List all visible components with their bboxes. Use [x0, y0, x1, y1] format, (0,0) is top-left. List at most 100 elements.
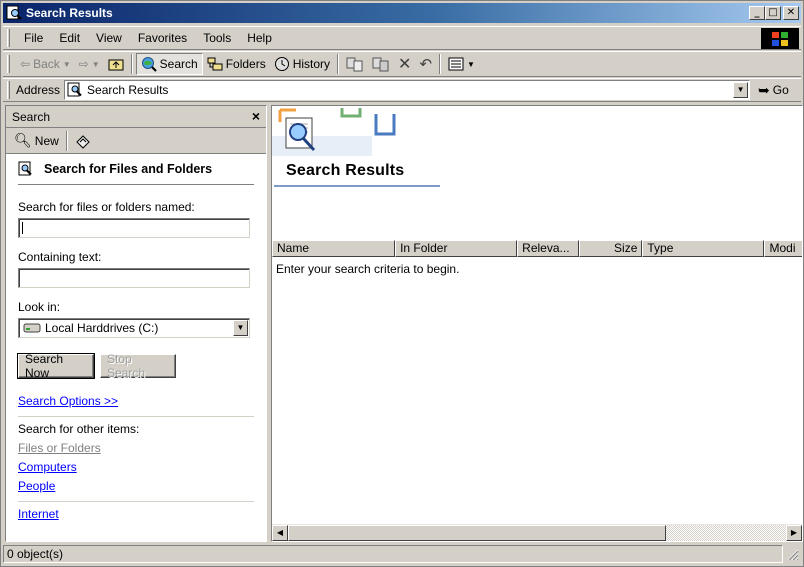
- results-title: Search Results: [286, 162, 405, 179]
- views-dropdown-icon[interactable]: ▼: [467, 60, 475, 69]
- standard-toolbar: ⇦ Back ▼ ⇨ ▼ Search Folders History ✕ ↶ …: [3, 51, 801, 77]
- undo-icon: ↶: [419, 56, 433, 73]
- results-pane: Search Results Name In Folder Releva... …: [271, 105, 803, 542]
- results-column-headers: Name In Folder Releva... Size Type Modi: [272, 240, 802, 257]
- menu-favorites[interactable]: Favorites: [130, 31, 195, 45]
- search-files-icon: [18, 161, 32, 176]
- search-label: Search: [159, 57, 198, 71]
- address-value: Search Results: [87, 83, 169, 97]
- title-bar[interactable]: Search Results _ □ ✕: [3, 3, 801, 23]
- search-assistant-button[interactable]: [71, 130, 95, 152]
- forward-dropdown-icon[interactable]: ▼: [92, 60, 100, 69]
- address-field[interactable]: Search Results ▼: [64, 80, 751, 100]
- size-grip-icon[interactable]: [785, 547, 799, 561]
- column-name[interactable]: Name: [272, 240, 396, 257]
- search-pane-toolbar: 🔍︎ New: [6, 128, 266, 154]
- menu-tools[interactable]: Tools: [195, 31, 239, 45]
- menubar-grip[interactable]: [7, 29, 10, 47]
- back-arrow-icon: ⇦: [20, 57, 31, 71]
- maximize-button[interactable]: □: [765, 6, 781, 20]
- search-globe-icon: [141, 57, 157, 72]
- folders-label: Folders: [225, 57, 266, 71]
- menu-edit[interactable]: Edit: [51, 31, 88, 45]
- search-toolbar-button[interactable]: Search: [135, 53, 203, 75]
- close-pane-icon[interactable]: ×: [252, 108, 260, 124]
- text-caret: [22, 222, 23, 234]
- delete-button[interactable]: ✕: [394, 53, 415, 75]
- undo-button[interactable]: ↶: [415, 53, 436, 75]
- history-label: History: [292, 57, 331, 71]
- history-button[interactable]: History: [270, 53, 334, 75]
- stop-search-button[interactable]: Stop Search: [100, 352, 176, 380]
- back-label: Back: [33, 57, 60, 71]
- column-type[interactable]: Type: [642, 240, 765, 257]
- scroll-thumb[interactable]: [288, 524, 666, 541]
- go-button[interactable]: ➥ Go: [758, 82, 789, 99]
- toolbar-separator: [337, 54, 340, 74]
- search-files-heading: Search for Files and Folders: [18, 156, 254, 182]
- lookin-label: Look in:: [18, 300, 61, 314]
- lookin-value: Local Harddrives (C:): [45, 321, 159, 335]
- lookin-dropdown-button[interactable]: ▼: [233, 320, 248, 336]
- views-button[interactable]: ▼: [444, 53, 479, 75]
- menu-view[interactable]: View: [88, 31, 130, 45]
- close-button[interactable]: ✕: [783, 6, 799, 20]
- search-options-link[interactable]: Search Options >>: [18, 394, 118, 408]
- menu-bar: File Edit View Favorites Tools Help: [3, 26, 801, 50]
- search-pane: Search × 🔍︎ New Search for Files and Fol…: [5, 105, 267, 542]
- named-label: Search for files or folders named:: [18, 200, 195, 214]
- addressbar-grip[interactable]: [7, 81, 10, 99]
- copy-to-button[interactable]: [368, 53, 394, 75]
- filename-input[interactable]: [18, 218, 250, 238]
- internet-link[interactable]: Internet: [18, 507, 59, 521]
- new-search-button[interactable]: 🔍︎ New: [10, 130, 63, 152]
- views-icon: [448, 57, 464, 71]
- other-items-label: Search for other items:: [18, 422, 140, 436]
- lookin-select[interactable]: Local Harddrives (C:) ▼: [18, 318, 250, 338]
- minimize-button[interactable]: _: [749, 6, 765, 20]
- containing-text-input[interactable]: [18, 268, 250, 288]
- toolbar-separator: [65, 130, 68, 151]
- up-folder-button[interactable]: [104, 53, 128, 75]
- scroll-track[interactable]: [666, 524, 786, 541]
- new-search-label: New: [34, 133, 59, 148]
- search-files-title: Search for Files and Folders: [44, 162, 213, 176]
- search-pane-header: Search ×: [6, 106, 266, 128]
- menu-help[interactable]: Help: [239, 31, 280, 45]
- empty-results-message: Enter your search criteria to begin.: [276, 262, 460, 276]
- column-in-folder[interactable]: In Folder: [395, 240, 518, 257]
- move-to-button[interactable]: [342, 53, 368, 75]
- up-folder-icon: [108, 59, 124, 71]
- scroll-right-button[interactable]: ▶: [786, 524, 802, 541]
- people-link[interactable]: People: [18, 479, 55, 493]
- address-bar: Address Search Results ▼ ➥ Go: [3, 78, 801, 102]
- folders-button[interactable]: Folders: [203, 53, 270, 75]
- divider: [18, 501, 254, 502]
- window-title: Search Results: [26, 6, 113, 20]
- go-arrow-icon: ➥: [758, 81, 770, 98]
- scroll-left-button[interactable]: ◀: [272, 524, 288, 541]
- explorer-window: Search Results _ □ ✕ File Edit View Favo…: [0, 0, 804, 567]
- history-icon: [274, 57, 289, 71]
- hard-drive-icon: [23, 323, 41, 333]
- divider: [18, 184, 254, 186]
- back-dropdown-icon[interactable]: ▼: [63, 60, 71, 69]
- containing-label: Containing text:: [18, 250, 102, 264]
- computers-link[interactable]: Computers: [18, 460, 77, 474]
- column-relevance[interactable]: Releva...: [517, 240, 580, 257]
- new-search-icon: 🔍︎: [14, 132, 32, 148]
- address-dropdown-button[interactable]: ▼: [733, 82, 749, 98]
- files-or-folders-link[interactable]: Files or Folders: [18, 441, 101, 455]
- search-now-button[interactable]: Search Now: [17, 352, 95, 380]
- toolbar-grip[interactable]: [7, 55, 10, 73]
- column-size[interactable]: Size: [579, 240, 643, 257]
- forward-button[interactable]: ⇨ ▼: [75, 53, 104, 75]
- search-window-icon: [6, 5, 22, 20]
- horizontal-scrollbar[interactable]: ◀ ▶: [272, 524, 802, 541]
- delete-x-icon: ✕: [398, 56, 412, 73]
- back-button[interactable]: ⇦ Back ▼: [16, 53, 75, 75]
- toolbar-separator: [439, 54, 442, 74]
- folders-icon: [207, 57, 223, 71]
- column-modified[interactable]: Modi: [764, 240, 802, 257]
- menu-file[interactable]: File: [16, 31, 51, 45]
